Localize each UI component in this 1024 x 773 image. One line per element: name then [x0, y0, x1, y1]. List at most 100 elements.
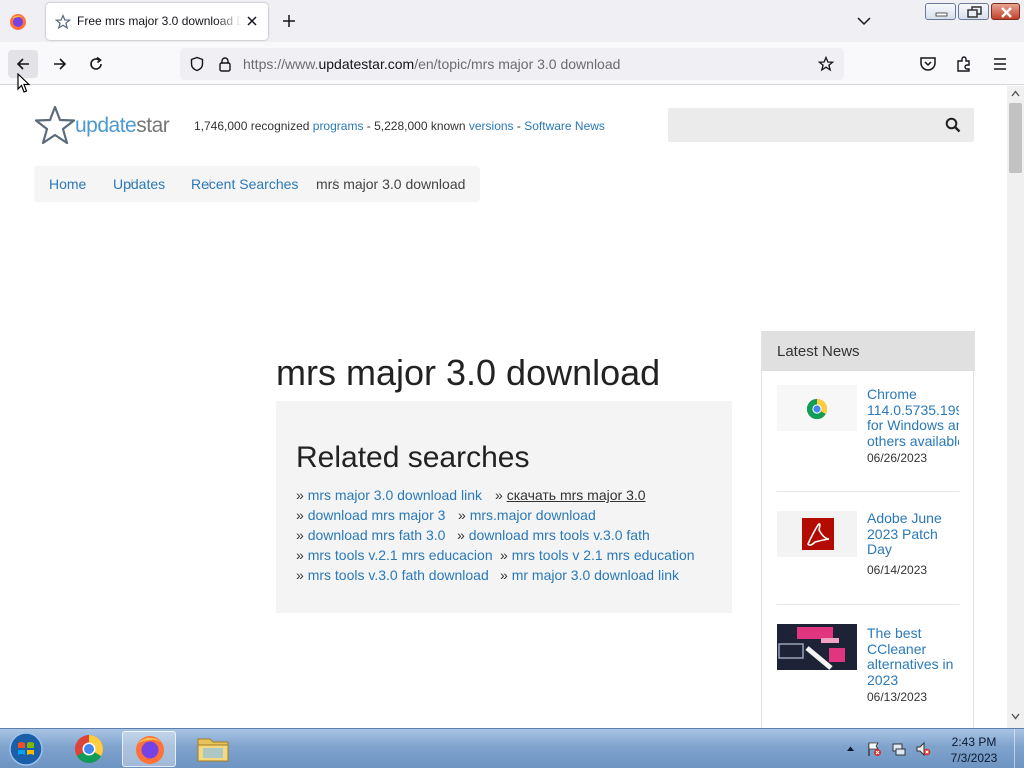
logo-text-star: star: [136, 114, 170, 137]
bullet: »: [296, 527, 304, 543]
logo-text-update: update: [75, 114, 137, 137]
search-icon[interactable]: [945, 117, 961, 133]
news-item[interactable]: Chrome 114.0.5735.199 for Windows and ot…: [777, 385, 959, 475]
close-tab-icon[interactable]: [245, 14, 259, 28]
page-viewport: updatestar 1,746,000 recognized programs…: [0, 86, 1007, 728]
news-date: 06/26/2023: [867, 451, 928, 465]
lock-icon[interactable]: [217, 56, 233, 72]
minimize-button[interactable]: [925, 3, 956, 20]
news-title-line: 2023: [867, 671, 899, 688]
address-bar[interactable]: https://www.updatestar.com/en/topic/mrs …: [180, 48, 844, 80]
start-button[interactable]: [6, 731, 46, 767]
news-title-line: Adobe June: [867, 511, 942, 526]
software-news-link[interactable]: Software News: [524, 119, 605, 133]
related-search-link[interactable]: mrs major 3.0 download link: [308, 487, 482, 503]
related-search-link[interactable]: download mrs tools v.3.0 fath: [469, 527, 650, 543]
network-icon[interactable]: [891, 741, 907, 757]
news-title-line: 114.0.5735.199: [867, 401, 959, 418]
tab-title: Free mrs major 3.0 download Download: [77, 14, 241, 28]
ccleaner-news-image[interactable]: [777, 624, 857, 670]
related-search-link[interactable]: download mrs fath 3.0: [308, 527, 446, 543]
news-date: 06/14/2023: [867, 563, 928, 577]
restore-button[interactable]: [958, 3, 989, 20]
tab-strip: Free mrs major 3.0 download Download: [0, 0, 1024, 42]
volume-muted-icon[interactable]: [915, 741, 931, 757]
pocket-icon[interactable]: [919, 55, 937, 73]
related-search-link[interactable]: mrs tools v.2.1 mrs educacion: [308, 547, 493, 563]
bullet: »: [500, 547, 508, 563]
news-title[interactable]: Chrome 114.0.5735.199 for Windows and ot…: [867, 387, 959, 449]
breadcrumb-updates[interactable]: Updates: [113, 176, 165, 192]
related-search-link[interactable]: mr major 3.0 download link: [512, 567, 679, 583]
news-title-line: 2023 Patch: [867, 525, 938, 542]
url-text[interactable]: https://www.updatestar.com/en/topic/mrs …: [243, 56, 620, 72]
chrome-icon: [75, 735, 103, 763]
bullet: »: [296, 487, 304, 503]
bookmark-star-icon[interactable]: [818, 56, 834, 72]
related-search-link[interactable]: download mrs major 3: [308, 507, 446, 523]
scroll-up-icon[interactable]: [1011, 89, 1020, 98]
taskbar-file-explorer[interactable]: [186, 731, 240, 767]
related-search-item: » download mrs major 3: [296, 507, 445, 523]
folder-icon: [197, 738, 229, 762]
news-item[interactable]: Adobe June 2023 Patch Day 06/14/2023: [777, 511, 959, 591]
extensions-icon[interactable]: [955, 55, 973, 73]
related-search-link[interactable]: скачать mrs major 3.0: [507, 487, 646, 503]
bullet: »: [495, 487, 503, 503]
news-title-line: Chrome: [867, 387, 917, 402]
reload-icon: [90, 56, 102, 70]
related-search-item: » mrs tools v.2.1 mrs educacion: [296, 547, 493, 563]
firefox-icon[interactable]: [8, 12, 28, 32]
new-tab-icon[interactable]: [281, 13, 297, 29]
show-desktop-button[interactable]: [1014, 729, 1024, 769]
taskbar-chrome[interactable]: [62, 731, 116, 767]
programs-link[interactable]: programs: [313, 119, 364, 133]
related-search-link[interactable]: mrs.major download: [470, 507, 596, 523]
chrome-icon[interactable]: [777, 385, 857, 431]
related-search-item: » скачать mrs major 3.0: [495, 487, 646, 503]
scroll-down-icon[interactable]: [1011, 712, 1020, 721]
bullet: »: [500, 567, 508, 583]
chevron-down-icon[interactable]: [856, 13, 872, 29]
scrollbar-thumb[interactable]: [1009, 103, 1022, 173]
related-search-link[interactable]: mrs tools v.3.0 fath download: [308, 567, 489, 583]
bullet: »: [296, 547, 304, 563]
related-search-item: » mrs tools v.3.0 fath download: [296, 567, 489, 583]
related-search-link[interactable]: mrs tools v 2.1 mrs education: [512, 547, 695, 563]
arrow-left-icon: [16, 58, 29, 70]
versions-link[interactable]: versions: [469, 119, 514, 133]
news-item[interactable]: The best CCleaner alternatives in 2023 0…: [777, 624, 959, 714]
bullet: »: [296, 507, 304, 523]
minimize-icon: [935, 12, 948, 17]
system-clock[interactable]: 2:43 PM 7/3/2023: [938, 734, 1010, 766]
breadcrumb-home[interactable]: Home: [49, 176, 86, 192]
news-title[interactable]: Adobe June 2023 Patch Day: [867, 511, 959, 558]
action-center-flag-icon[interactable]: [866, 741, 882, 757]
news-title[interactable]: The best CCleaner alternatives in 2023: [867, 626, 959, 688]
star-favicon-icon: [55, 14, 71, 30]
site-stats: 1,746,000 recognized programs - 5,228,00…: [194, 119, 605, 133]
shield-icon[interactable]: [189, 56, 205, 72]
site-search-input[interactable]: [668, 108, 974, 142]
mouse-cursor-icon: [17, 73, 31, 93]
browser-tab[interactable]: Free mrs major 3.0 download Download: [46, 3, 268, 40]
breadcrumb-recent-searches[interactable]: Recent Searches: [191, 176, 298, 192]
show-hidden-icons-icon[interactable]: [846, 744, 855, 753]
logo-text: updatestar: [75, 114, 170, 138]
related-search-item: » mr major 3.0 download link: [500, 567, 679, 583]
taskbar-firefox[interactable]: [122, 731, 176, 767]
url-path: /en/topic/mrs major 3.0 download: [414, 56, 621, 72]
latest-news-panel: Latest News Chrome 114.0.5735.199 for Wi…: [761, 331, 975, 728]
updatestar-logo[interactable]: updatestar: [33, 104, 170, 148]
forward-button[interactable]: [45, 50, 75, 78]
close-window-button[interactable]: [991, 3, 1020, 20]
vertical-scrollbar[interactable]: [1007, 86, 1024, 728]
related-search-item: » mrs tools v 2.1 mrs education: [500, 547, 695, 563]
chrome-logo: [806, 398, 828, 420]
related-search-item: » download mrs tools v.3.0 fath: [457, 527, 650, 543]
adobe-pdf-icon[interactable]: [777, 511, 857, 557]
reload-button[interactable]: [81, 50, 111, 78]
star-logo-icon: [34, 105, 76, 145]
stats-programs-count: 1,746,000 recognized: [194, 119, 313, 133]
hamburger-menu-icon[interactable]: [991, 55, 1009, 73]
